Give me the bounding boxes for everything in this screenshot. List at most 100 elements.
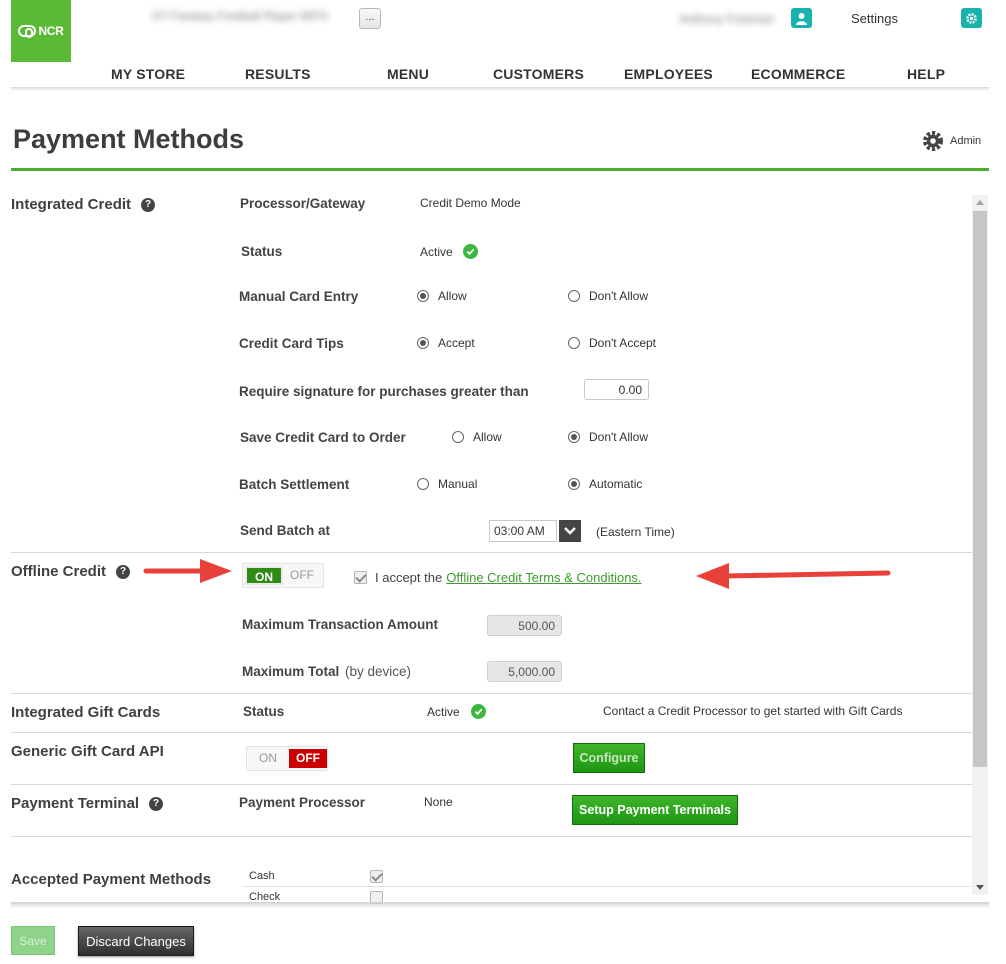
max-total-suffix: (by device) [345,664,412,679]
scroll-thumb[interactable] [973,211,987,767]
ncr-logo-mark-icon [18,25,37,38]
admin-label: Admin [950,135,982,147]
terms-checkbox[interactable] [354,571,367,584]
batch-manual-radio[interactable]: Manual [417,477,477,491]
discard-changes-button[interactable]: Discard Changes [78,926,194,956]
radio-checked-icon [417,337,429,349]
signature-label: Require signature for purchases greater … [239,384,529,399]
section-divider [11,693,972,694]
user-icon[interactable] [791,8,812,28]
annotation-arrow-right-icon [143,559,232,583]
main-nav: MY STORE RESULTS MENU CUSTOMERS EMPLOYEE… [0,66,1006,84]
offline-terms: I accept the Offline Credit Terms & Cond… [354,570,642,585]
section-divider [11,784,972,785]
manual-entry-dont-allow-radio[interactable]: Don't Allow [568,289,648,303]
save-card-label: Save Credit Card to Order [240,430,406,445]
user-name: Anthony Freeman [679,12,775,26]
max-total-input[interactable]: 5,000.00 [487,661,562,682]
generic-gift-api-title: Generic Gift Card API [11,743,164,760]
nav-employees[interactable]: EMPLOYEES [624,66,713,82]
integrated-credit-title: Integrated Credit ? [11,196,156,213]
nav-help[interactable]: HELP [907,66,945,82]
check-circle-icon [470,704,486,719]
scroll-up-icon[interactable] [976,200,984,205]
processor-value: Credit Demo Mode [420,196,521,210]
help-icon[interactable]: ? [116,564,131,579]
max-total-label: Maximum Total (by device) [242,664,412,679]
nav-my-store[interactable]: MY STORE [111,66,185,82]
save-card-dont-allow-radio[interactable]: Don't Allow [568,430,648,444]
radio-checked-icon [568,431,580,443]
offline-credit-toggle[interactable]: ON OFF [242,563,324,588]
logo-text: NCR [38,24,64,38]
radio-unchecked-icon [568,290,580,302]
batch-time-select[interactable]: 03:00 AM [489,520,581,542]
accepted-methods-title: Accepted Payment Methods [11,871,212,888]
gift-cards-title: Integrated Gift Cards [11,704,161,721]
check-circle-icon [462,244,478,259]
method-checkbox[interactable] [370,869,383,883]
list-item: Cash [243,866,971,887]
gift-status: Active [427,704,486,719]
accepted-methods-list: Cash Check [243,866,971,906]
toggle-on[interactable]: ON [249,749,287,768]
annotation-arrow-left-icon [696,563,891,589]
nav-results[interactable]: RESULTS [245,66,311,82]
footer-divider [11,902,989,908]
manual-entry-allow-radio[interactable]: Allow [417,289,467,303]
store-name: XY Fantasy Football Player 6974 [152,9,328,23]
radio-checked-icon [568,478,580,490]
offline-credit-title: Offline Credit ? [11,563,131,580]
processor-label: Processor/Gateway [240,196,366,211]
max-txn-input[interactable]: 500.00 [487,615,562,636]
help-icon[interactable]: ? [149,796,164,811]
content-scrollbar[interactable] [972,195,988,895]
batch-label: Batch Settlement [239,477,350,492]
tips-dont-accept-radio[interactable]: Don't Accept [568,336,656,350]
scroll-down-icon[interactable] [976,885,984,890]
radio-checked-icon [417,290,429,302]
batch-automatic-radio[interactable]: Automatic [568,477,642,491]
chevron-down-icon[interactable] [559,520,581,542]
nav-ecommerce[interactable]: ECOMMERCE [751,66,845,82]
radio-unchecked-icon [452,431,464,443]
configure-button[interactable]: Configure [573,743,645,773]
manual-entry-label: Manual Card Entry [239,289,359,304]
nav-divider [11,87,989,91]
gear-icon[interactable] [961,8,982,28]
toggle-off[interactable]: OFF [289,749,327,768]
radio-unchecked-icon [417,478,429,490]
batch-time-value: 03:00 AM [489,520,557,542]
toggle-off[interactable]: OFF [283,566,321,585]
method-name: Cash [249,870,275,882]
save-card-allow-radio[interactable]: Allow [452,430,502,444]
payment-terminal-title: Payment Terminal ? [11,795,164,812]
section-divider [11,732,972,733]
nav-menu[interactable]: MENU [387,66,429,82]
settings-link[interactable]: Settings [851,11,898,26]
gift-status-label: Status [243,704,285,719]
ncr-logo[interactable]: NCR [11,0,71,62]
setup-payment-terminals-button[interactable]: Setup Payment Terminals [572,795,738,825]
payment-processor-label: Payment Processor [239,795,366,810]
timezone-label: (Eastern Time) [596,525,675,539]
toggle-on[interactable]: ON [245,566,283,585]
page-title: Payment Methods [13,124,245,154]
help-icon[interactable]: ? [141,197,156,212]
section-divider [11,836,972,837]
tips-accept-radio[interactable]: Accept [417,336,475,350]
radio-unchecked-icon [568,337,580,349]
store-more-button[interactable]: ... [359,8,381,29]
admin-link[interactable]: Admin [922,130,981,152]
terms-link[interactable]: Offline Credit Terms & Conditions. [446,570,641,585]
max-txn-label: Maximum Transaction Amount [242,617,439,632]
section-divider [11,552,972,553]
send-batch-label: Send Batch at [240,523,331,538]
tips-label: Credit Card Tips [239,336,344,351]
signature-threshold-input[interactable]: 0.00 [584,379,649,400]
save-button[interactable]: Save [11,926,55,955]
gear-icon [923,131,943,151]
generic-gift-api-toggle[interactable]: ON OFF [246,746,328,771]
credit-status: Active [420,244,478,259]
nav-customers[interactable]: CUSTOMERS [493,66,584,82]
